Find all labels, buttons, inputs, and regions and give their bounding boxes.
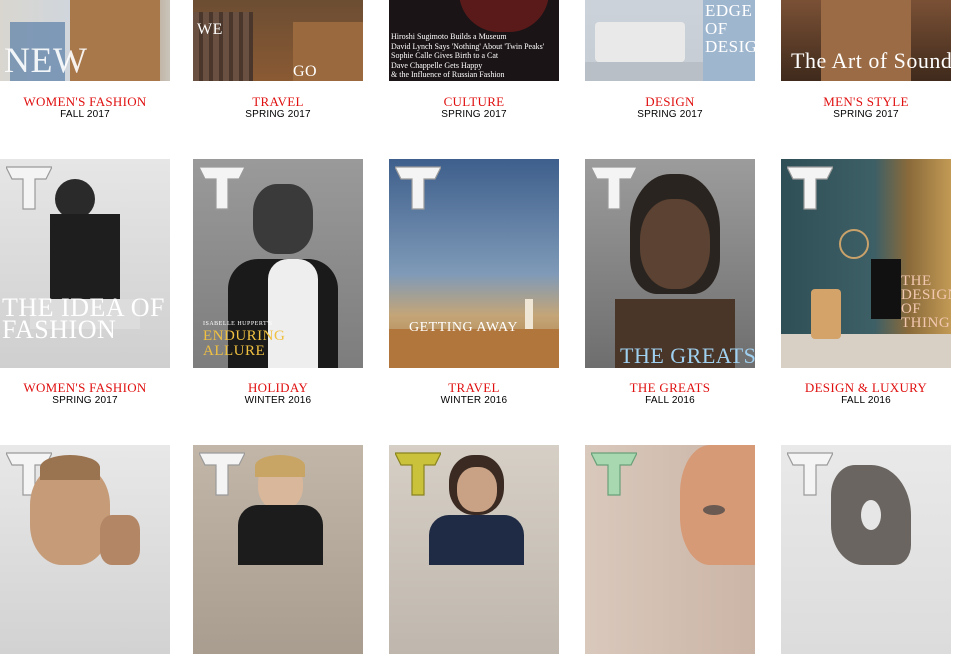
- cover-image[interactable]: THE DESIGN OF THINGS: [781, 159, 951, 368]
- issue-section[interactable]: HOLIDAY: [193, 380, 363, 396]
- t-magazine-logo-icon: [6, 165, 52, 211]
- cover-image[interactable]: The Art of Sound: [781, 0, 951, 81]
- cover-image[interactable]: EDGE OF DESIGN: [585, 0, 755, 81]
- issue-section[interactable]: DESIGN & LUXURY: [781, 380, 951, 396]
- issue-season: SPRING 2017: [441, 109, 507, 120]
- cover-image[interactable]: [585, 445, 755, 654]
- magazine-archive-grid: NEW WOMEN'S FASHION FALL 2017 WE GO TRAV…: [0, 0, 955, 654]
- cover-image[interactable]: THE IDEA OF FASHION: [0, 159, 170, 368]
- cover-headline: NEW: [4, 40, 88, 80]
- cover-headline: THE GREATS: [620, 343, 755, 368]
- cover-image[interactable]: THE GREATS: [585, 159, 755, 368]
- issue-season: SPRING 2017: [245, 109, 311, 120]
- cover-image[interactable]: Hiroshi Sugimoto Builds a Museum David L…: [389, 0, 559, 81]
- cover-image[interactable]: NEW: [0, 0, 170, 81]
- cover-image[interactable]: [781, 445, 951, 654]
- issue-section[interactable]: DESIGN: [585, 94, 755, 110]
- cover-image[interactable]: [0, 445, 170, 654]
- issue-season: SPRING 2017: [833, 109, 899, 120]
- issue-section[interactable]: MEN'S STYLE: [781, 94, 951, 110]
- issue-section[interactable]: CULTURE: [389, 94, 559, 110]
- cover-headline: THE DESIGN OF THINGS: [901, 273, 951, 331]
- issue-section[interactable]: TRAVEL: [193, 94, 363, 110]
- issue-season: FALL 2017: [60, 109, 110, 120]
- t-magazine-logo-icon: [395, 451, 441, 497]
- cover-headline: GETTING AWAY: [409, 320, 518, 335]
- cover-image[interactable]: [193, 445, 363, 654]
- issue-season: FALL 2016: [645, 395, 695, 406]
- t-magazine-logo-icon: [591, 451, 637, 497]
- cover-image[interactable]: ISABELLE HUPPERT'S ENDURING ALLURE: [193, 159, 363, 368]
- issue-season: WINTER 2016: [440, 395, 508, 406]
- cover-image[interactable]: [389, 445, 559, 654]
- t-magazine-logo-icon: [591, 165, 637, 211]
- cover-headline: THE IDEA OF FASHION: [2, 293, 165, 344]
- cover-image[interactable]: WE GO: [193, 0, 363, 81]
- cover-headline: EDGE OF DESIGN: [705, 1, 755, 56]
- issue-season: SPRING 2017: [52, 395, 118, 406]
- t-magazine-logo-icon: [199, 451, 245, 497]
- cover-headline: ENDURING ALLURE: [203, 328, 286, 359]
- cover-image[interactable]: GETTING AWAY: [389, 159, 559, 368]
- cover-headline: The Art of Sound: [791, 48, 951, 73]
- issue-season: SPRING 2017: [637, 109, 703, 120]
- t-magazine-logo-icon: [395, 165, 441, 211]
- issue-season: FALL 2016: [841, 395, 891, 406]
- issue-section[interactable]: THE GREATS: [585, 380, 755, 396]
- t-magazine-logo-icon: [787, 451, 833, 497]
- issue-section[interactable]: WOMEN'S FASHION: [0, 94, 170, 110]
- t-magazine-logo-icon: [787, 165, 833, 211]
- issue-season: WINTER 2016: [244, 395, 312, 406]
- t-magazine-logo-icon: [199, 165, 245, 211]
- cover-coverlines: Hiroshi Sugimoto Builds a Museum David L…: [391, 32, 545, 79]
- issue-section[interactable]: WOMEN'S FASHION: [0, 380, 170, 396]
- cover-headline: GO: [293, 63, 318, 80]
- issue-section[interactable]: TRAVEL: [389, 380, 559, 396]
